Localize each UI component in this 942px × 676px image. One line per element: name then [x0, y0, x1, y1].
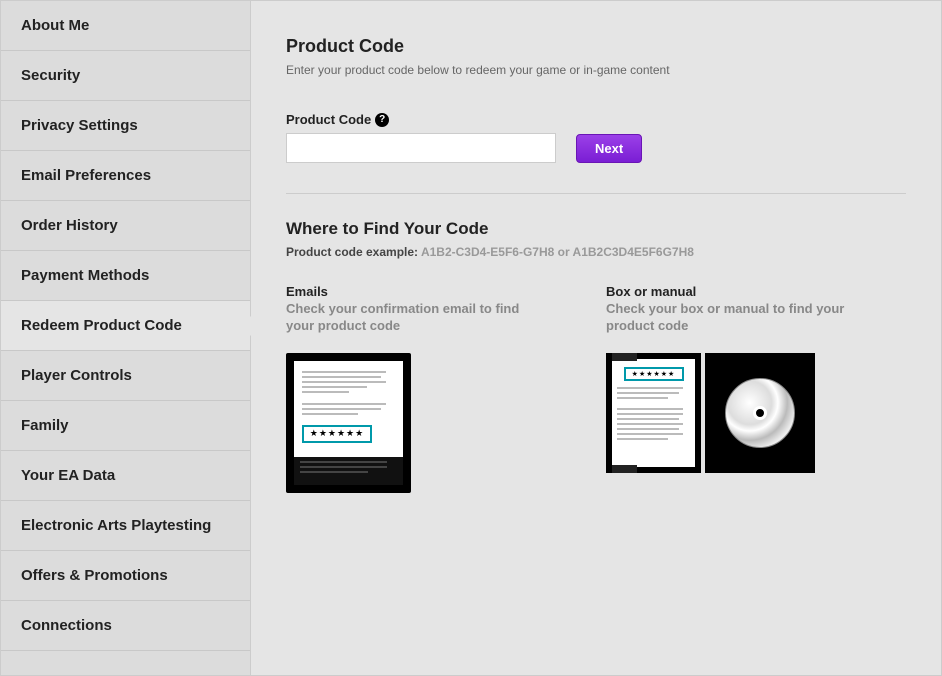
divider — [286, 193, 906, 194]
disc-case-icon — [705, 353, 815, 473]
sidebar: About Me Security Privacy Settings Email… — [1, 1, 251, 675]
sidebar-item-offers-promotions[interactable]: Offers & Promotions — [1, 551, 250, 601]
email-illustration: ★★★★★★ — [286, 353, 411, 493]
sidebar-item-label: Email Preferences — [21, 167, 151, 184]
sidebar-item-label: Electronic Arts Playtesting — [21, 517, 211, 534]
product-code-label: Product Code ? — [286, 112, 906, 127]
sidebar-item-your-ea-data[interactable]: Your EA Data — [1, 451, 250, 501]
sidebar-item-label: Security — [21, 67, 80, 84]
example-line: Product code example: A1B2-C3D4-E5F6-G7H… — [286, 245, 906, 259]
sidebar-item-redeem-product-code[interactable]: Redeem Product Code — [1, 301, 250, 351]
sidebar-item-label: Player Controls — [21, 367, 132, 384]
sidebar-item-player-controls[interactable]: Player Controls — [1, 351, 250, 401]
example-label: Product code example: — [286, 245, 421, 259]
sidebar-item-family[interactable]: Family — [1, 401, 250, 451]
sidebar-item-label: Redeem Product Code — [21, 317, 182, 334]
product-code-field: Product Code ? Next — [286, 112, 906, 163]
page-subtitle: Enter your product code below to redeem … — [286, 63, 906, 77]
sidebar-item-label: Offers & Promotions — [21, 567, 168, 584]
help-col-emails: Emails Check your confirmation email to … — [286, 284, 546, 493]
help-col-desc: Check your confirmation email to find yo… — [286, 301, 546, 335]
sidebar-item-ea-playtesting[interactable]: Electronic Arts Playtesting — [1, 501, 250, 551]
sidebar-item-about-me[interactable]: About Me — [1, 1, 250, 51]
sidebar-item-label: Connections — [21, 617, 112, 634]
sidebar-item-label: Your EA Data — [21, 467, 115, 484]
email-paper-icon: ★★★★★★ — [294, 361, 403, 485]
sidebar-item-payment-methods[interactable]: Payment Methods — [1, 251, 250, 301]
page-title: Product Code — [286, 36, 906, 57]
sidebar-item-privacy-settings[interactable]: Privacy Settings — [1, 101, 250, 151]
box-manual-illustration: ★★★★★★ — [606, 353, 886, 473]
help-col-title: Emails — [286, 284, 546, 299]
sidebar-item-security[interactable]: Security — [1, 51, 250, 101]
disc-icon — [725, 378, 795, 448]
help-col-desc: Check your box or manual to find your pr… — [606, 301, 886, 335]
help-icon[interactable]: ? — [375, 113, 389, 127]
help-columns: Emails Check your confirmation email to … — [286, 284, 906, 493]
manual-icon: ★★★★★★ — [606, 353, 701, 473]
sidebar-item-label: Order History — [21, 217, 118, 234]
main-content: Product Code Enter your product code bel… — [251, 1, 941, 675]
sidebar-item-label: About Me — [21, 17, 89, 34]
sidebar-item-label: Privacy Settings — [21, 117, 138, 134]
app-container: About Me Security Privacy Settings Email… — [0, 0, 942, 676]
next-button[interactable]: Next — [576, 134, 642, 163]
sidebar-item-connections[interactable]: Connections — [1, 601, 250, 651]
sidebar-item-label: Payment Methods — [21, 267, 149, 284]
example-value: A1B2-C3D4-E5F6-G7H8 or A1B2C3D4E5F6G7H8 — [421, 245, 694, 259]
input-row: Next — [286, 133, 906, 163]
help-col-box-manual: Box or manual Check your box or manual t… — [606, 284, 886, 493]
sidebar-item-label: Family — [21, 417, 69, 434]
help-section-title: Where to Find Your Code — [286, 219, 906, 239]
sidebar-item-order-history[interactable]: Order History — [1, 201, 250, 251]
field-label-text: Product Code — [286, 112, 371, 127]
code-box-icon: ★★★★★★ — [624, 367, 684, 381]
product-code-input[interactable] — [286, 133, 556, 163]
sidebar-item-email-preferences[interactable]: Email Preferences — [1, 151, 250, 201]
help-col-title: Box or manual — [606, 284, 886, 299]
code-box-icon: ★★★★★★ — [302, 425, 372, 443]
